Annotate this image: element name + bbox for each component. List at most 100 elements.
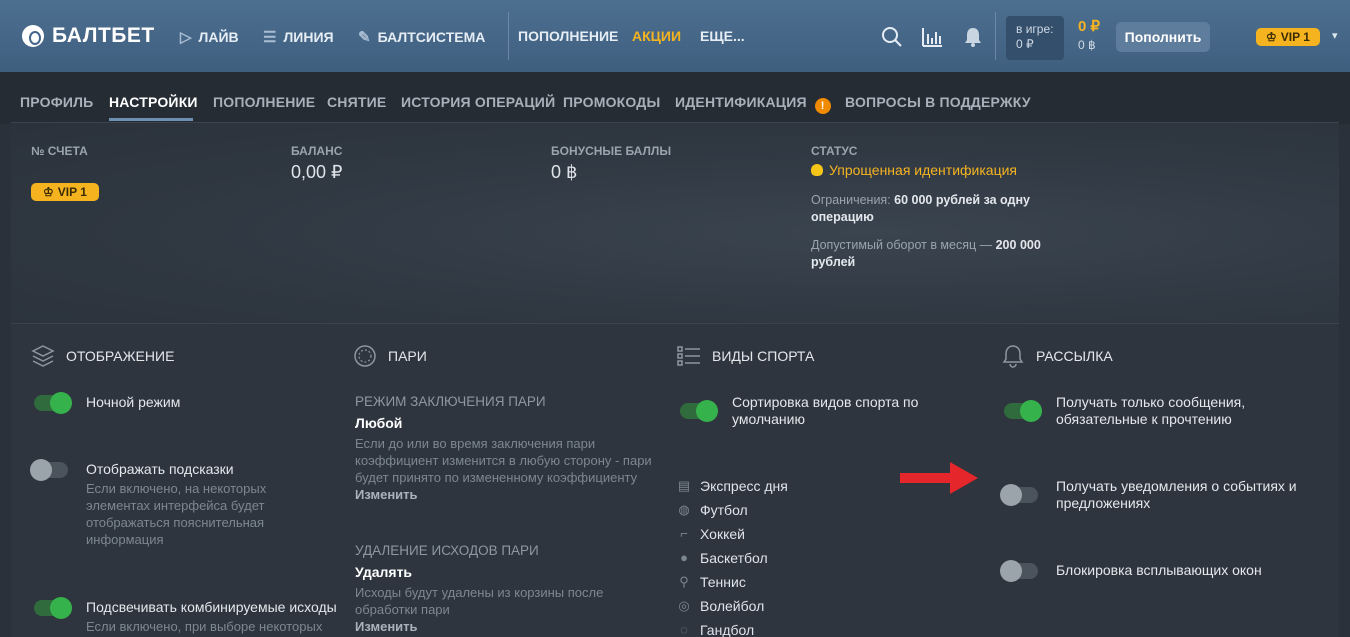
in-game-box: в игре: 0 ₽ — [1006, 16, 1064, 60]
balance-label: БАЛАНС — [291, 144, 343, 158]
tab-identification[interactable]: ИДЕНТИФИКАЦИЯ! — [675, 94, 831, 114]
tab-promocodes[interactable]: ПРОМОКОДЫ — [563, 94, 660, 110]
nav-deposit[interactable]: ПОПОЛНЕНИЕ — [518, 28, 618, 44]
nav-promotions[interactable]: АКЦИИ — [632, 28, 681, 44]
nav-line-label: ЛИНИЯ — [283, 29, 334, 45]
sport-item[interactable]: ◍ Футбол — [676, 502, 748, 518]
bets-title: ПАРИ — [388, 348, 427, 364]
chevron-down-icon[interactable]: ▾ — [1332, 29, 1338, 42]
removal-description: Исходы будут удалены из корзины после об… — [355, 585, 604, 617]
vip-label: VIP 1 — [1280, 30, 1310, 44]
turnover-prefix: Допустимый оборот в месяц — — [811, 238, 996, 252]
duck-icon — [811, 164, 823, 176]
bell-icon — [1000, 343, 1026, 369]
in-game-label: в игре: — [1016, 22, 1054, 36]
tab-identification-label: ИДЕНТИФИКАЦИЯ — [675, 94, 807, 110]
bet-mode-change-link[interactable]: Изменить — [355, 487, 418, 502]
sport-item[interactable]: ⚲ Теннис — [676, 574, 746, 590]
bet-mode-value: Любой — [355, 415, 403, 431]
warning-icon: ! — [814, 98, 831, 114]
mailing-title: РАССЫЛКА — [1036, 348, 1113, 364]
calendar-icon: ▤ — [677, 478, 691, 493]
sport-item[interactable]: ◌ Гандбол — [676, 622, 754, 637]
nav-baltsystem-label: БАЛТСИСТЕМА — [377, 29, 486, 45]
sport-item-label: Теннис — [700, 574, 746, 590]
removal-label: УДАЛЕНИЕ ИСХОДОВ ПАРИ — [355, 543, 539, 558]
logo[interactable]: БАЛТБЕТ — [22, 24, 155, 48]
status-link[interactable]: Упрощенная идентификация — [811, 162, 1017, 178]
sport-item-label: Экспресс дня — [700, 478, 788, 494]
required-messages-label: Получать только сообщения, обязательные … — [1056, 394, 1246, 427]
tab-profile[interactable]: ПРОФИЛЬ — [20, 94, 93, 110]
header-divider — [995, 12, 996, 60]
logo-icon — [22, 25, 44, 47]
popup-block-toggle[interactable] — [1000, 560, 1038, 582]
profile-tabs: ПРОФИЛЬ НАСТРОЙКИ ПОПОЛНЕНИЕ СНЯТИЕ ИСТО… — [0, 72, 1350, 124]
removal-value: Удалять — [355, 564, 413, 580]
crown-icon: ♔ — [43, 185, 54, 199]
display-title: ОТОБРАЖЕНИЕ — [66, 348, 175, 364]
vip-label-small: VIP 1 — [57, 185, 87, 199]
night-mode-toggle[interactable] — [34, 392, 72, 414]
sport-item-label: Хоккей — [700, 526, 745, 542]
highlight-toggle[interactable] — [34, 597, 72, 619]
nav-live-label: ЛАЙВ — [198, 29, 239, 45]
top-header: БАЛТБЕТ ▷ ЛАЙВ ☰ ЛИНИЯ ✎ БАЛТСИСТЕМА ПОП… — [0, 0, 1350, 72]
in-game-value: 0 ₽ — [1016, 37, 1034, 51]
nav-line[interactable]: ☰ ЛИНИЯ — [263, 28, 334, 46]
account-summary: № СЧЕТА ♔ VIP 1 БАЛАНС 0,00 ₽ БОНУСНЫЕ Б… — [11, 122, 1339, 324]
sport-item[interactable]: ⌐ Хоккей — [676, 526, 745, 542]
night-mode-label: Ночной режим — [86, 394, 181, 410]
bell-icon[interactable] — [962, 26, 984, 48]
tab-withdrawal[interactable]: СНЯТИЕ — [327, 94, 386, 110]
search-icon[interactable] — [881, 26, 903, 48]
balance-rub: 0 ₽ — [1078, 18, 1101, 35]
logo-text: БАЛТБЕТ — [52, 24, 155, 47]
mailing-section-title: РАССЫЛКА — [1000, 343, 1113, 369]
nav-live[interactable]: ▷ ЛАЙВ — [180, 28, 239, 46]
limits-text: Ограничения: 60 000 рублей за одну опера… — [811, 192, 1051, 226]
event-notifications-toggle[interactable] — [1000, 484, 1038, 506]
nav-more-label: ЕЩЕ... — [700, 28, 745, 44]
sort-sports-label: Сортировка видов спорта по умолчанию — [732, 394, 919, 427]
tab-deposit[interactable]: ПОПОЛНЕНИЕ — [213, 94, 315, 110]
bonus-value: 0 ฿ — [551, 162, 578, 182]
list-icon — [676, 343, 702, 369]
nav-promotions-label: АКЦИИ — [632, 28, 682, 44]
sports-title: ВИДЫ СПОРТА — [712, 348, 815, 364]
turnover-text: Допустимый оборот в месяц — 200 000 рубл… — [811, 237, 1051, 271]
sport-item-label: Футбол — [700, 502, 748, 518]
sort-sports-toggle[interactable] — [680, 400, 718, 422]
tab-history[interactable]: ИСТОРИЯ ОПЕРАЦИЙ — [401, 94, 555, 110]
list-icon: ☰ — [263, 29, 277, 46]
tab-support[interactable]: ВОПРОСЫ В ПОДДЕРЖКУ — [845, 94, 1031, 110]
sport-item[interactable]: ▤ Экспресс дня — [676, 478, 788, 494]
bet-mode-description: Если до или во время заключения пари коэ… — [355, 436, 652, 485]
stats-icon[interactable] — [921, 26, 943, 48]
sport-item-label: Гандбол — [700, 622, 755, 637]
layers-icon — [30, 343, 56, 369]
deposit-button[interactable]: Пополнить — [1116, 22, 1210, 52]
status-value: Упрощенная идентификация — [829, 162, 1018, 178]
required-messages-toggle[interactable] — [1004, 400, 1042, 422]
hints-toggle[interactable] — [30, 459, 68, 481]
status-label: СТАТУС — [811, 144, 858, 158]
bets-section-title: ПАРИ — [352, 343, 427, 369]
sport-item[interactable]: ● Баскетбол — [676, 550, 768, 566]
basketball-icon: ● — [680, 550, 688, 565]
display-section-title: ОТОБРАЖЕНИЕ — [30, 343, 174, 369]
tennis-icon: ⚲ — [679, 574, 689, 589]
header-balance: 0 ₽ 0 ฿ — [1078, 18, 1100, 54]
tab-settings[interactable]: НАСТРОЙКИ — [109, 94, 198, 110]
sport-item-label: Волейбол — [700, 598, 765, 614]
hockey-icon: ⌐ — [680, 526, 688, 541]
crown-icon: ♔ — [1266, 30, 1277, 44]
nav-more[interactable]: ЕЩЕ... — [700, 28, 745, 44]
vip-menu[interactable]: ♔ VIP 1 — [1256, 28, 1320, 46]
sport-item[interactable]: ◎ Волейбол — [676, 598, 764, 614]
removal-change-link[interactable]: Изменить — [355, 619, 418, 634]
hints-label: Отображать подсказки — [86, 461, 234, 477]
rocket-icon: ✎ — [358, 29, 371, 46]
nav-baltsystem[interactable]: ✎ БАЛТСИСТЕМА — [358, 28, 485, 46]
volleyball-icon: ◎ — [678, 598, 690, 613]
